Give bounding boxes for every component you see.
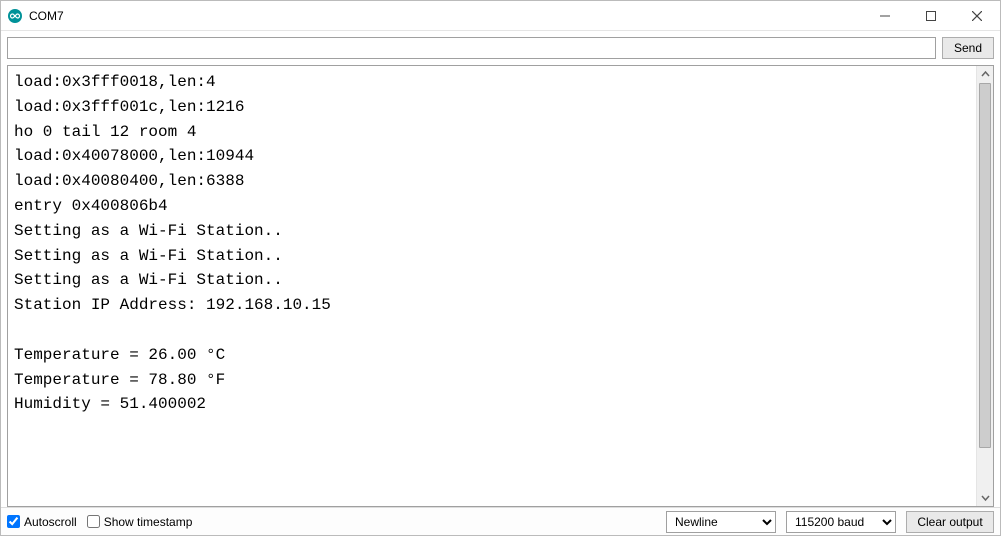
timestamp-label: Show timestamp bbox=[104, 515, 193, 529]
autoscroll-check[interactable]: Autoscroll bbox=[7, 515, 77, 529]
command-input[interactable] bbox=[7, 37, 936, 59]
close-button[interactable] bbox=[954, 1, 1000, 31]
line-ending-select[interactable]: Newline bbox=[666, 511, 776, 533]
minimize-button[interactable] bbox=[862, 1, 908, 31]
window-controls bbox=[862, 1, 1000, 31]
timestamp-check[interactable]: Show timestamp bbox=[87, 515, 193, 529]
console-output: load:0x3fff0018,len:4 load:0x3fff001c,le… bbox=[8, 66, 976, 506]
autoscroll-label: Autoscroll bbox=[24, 515, 77, 529]
scroll-thumb[interactable] bbox=[979, 83, 991, 448]
bottombar: Autoscroll Show timestamp Newline 115200… bbox=[1, 507, 1000, 535]
arduino-icon bbox=[7, 8, 23, 24]
titlebar: COM7 bbox=[1, 1, 1000, 31]
clear-output-button[interactable]: Clear output bbox=[906, 511, 994, 533]
scroll-up-icon[interactable] bbox=[977, 66, 993, 83]
baud-select[interactable]: 115200 baud bbox=[786, 511, 896, 533]
scroll-track[interactable] bbox=[977, 83, 993, 489]
scroll-down-icon[interactable] bbox=[977, 489, 993, 506]
command-row: Send bbox=[1, 31, 1000, 65]
maximize-button[interactable] bbox=[908, 1, 954, 31]
timestamp-checkbox[interactable] bbox=[87, 515, 100, 528]
send-button[interactable]: Send bbox=[942, 37, 994, 59]
scrollbar[interactable] bbox=[976, 66, 993, 506]
autoscroll-checkbox[interactable] bbox=[7, 515, 20, 528]
console-wrap: load:0x3fff0018,len:4 load:0x3fff001c,le… bbox=[7, 65, 994, 507]
window-title: COM7 bbox=[29, 9, 862, 23]
